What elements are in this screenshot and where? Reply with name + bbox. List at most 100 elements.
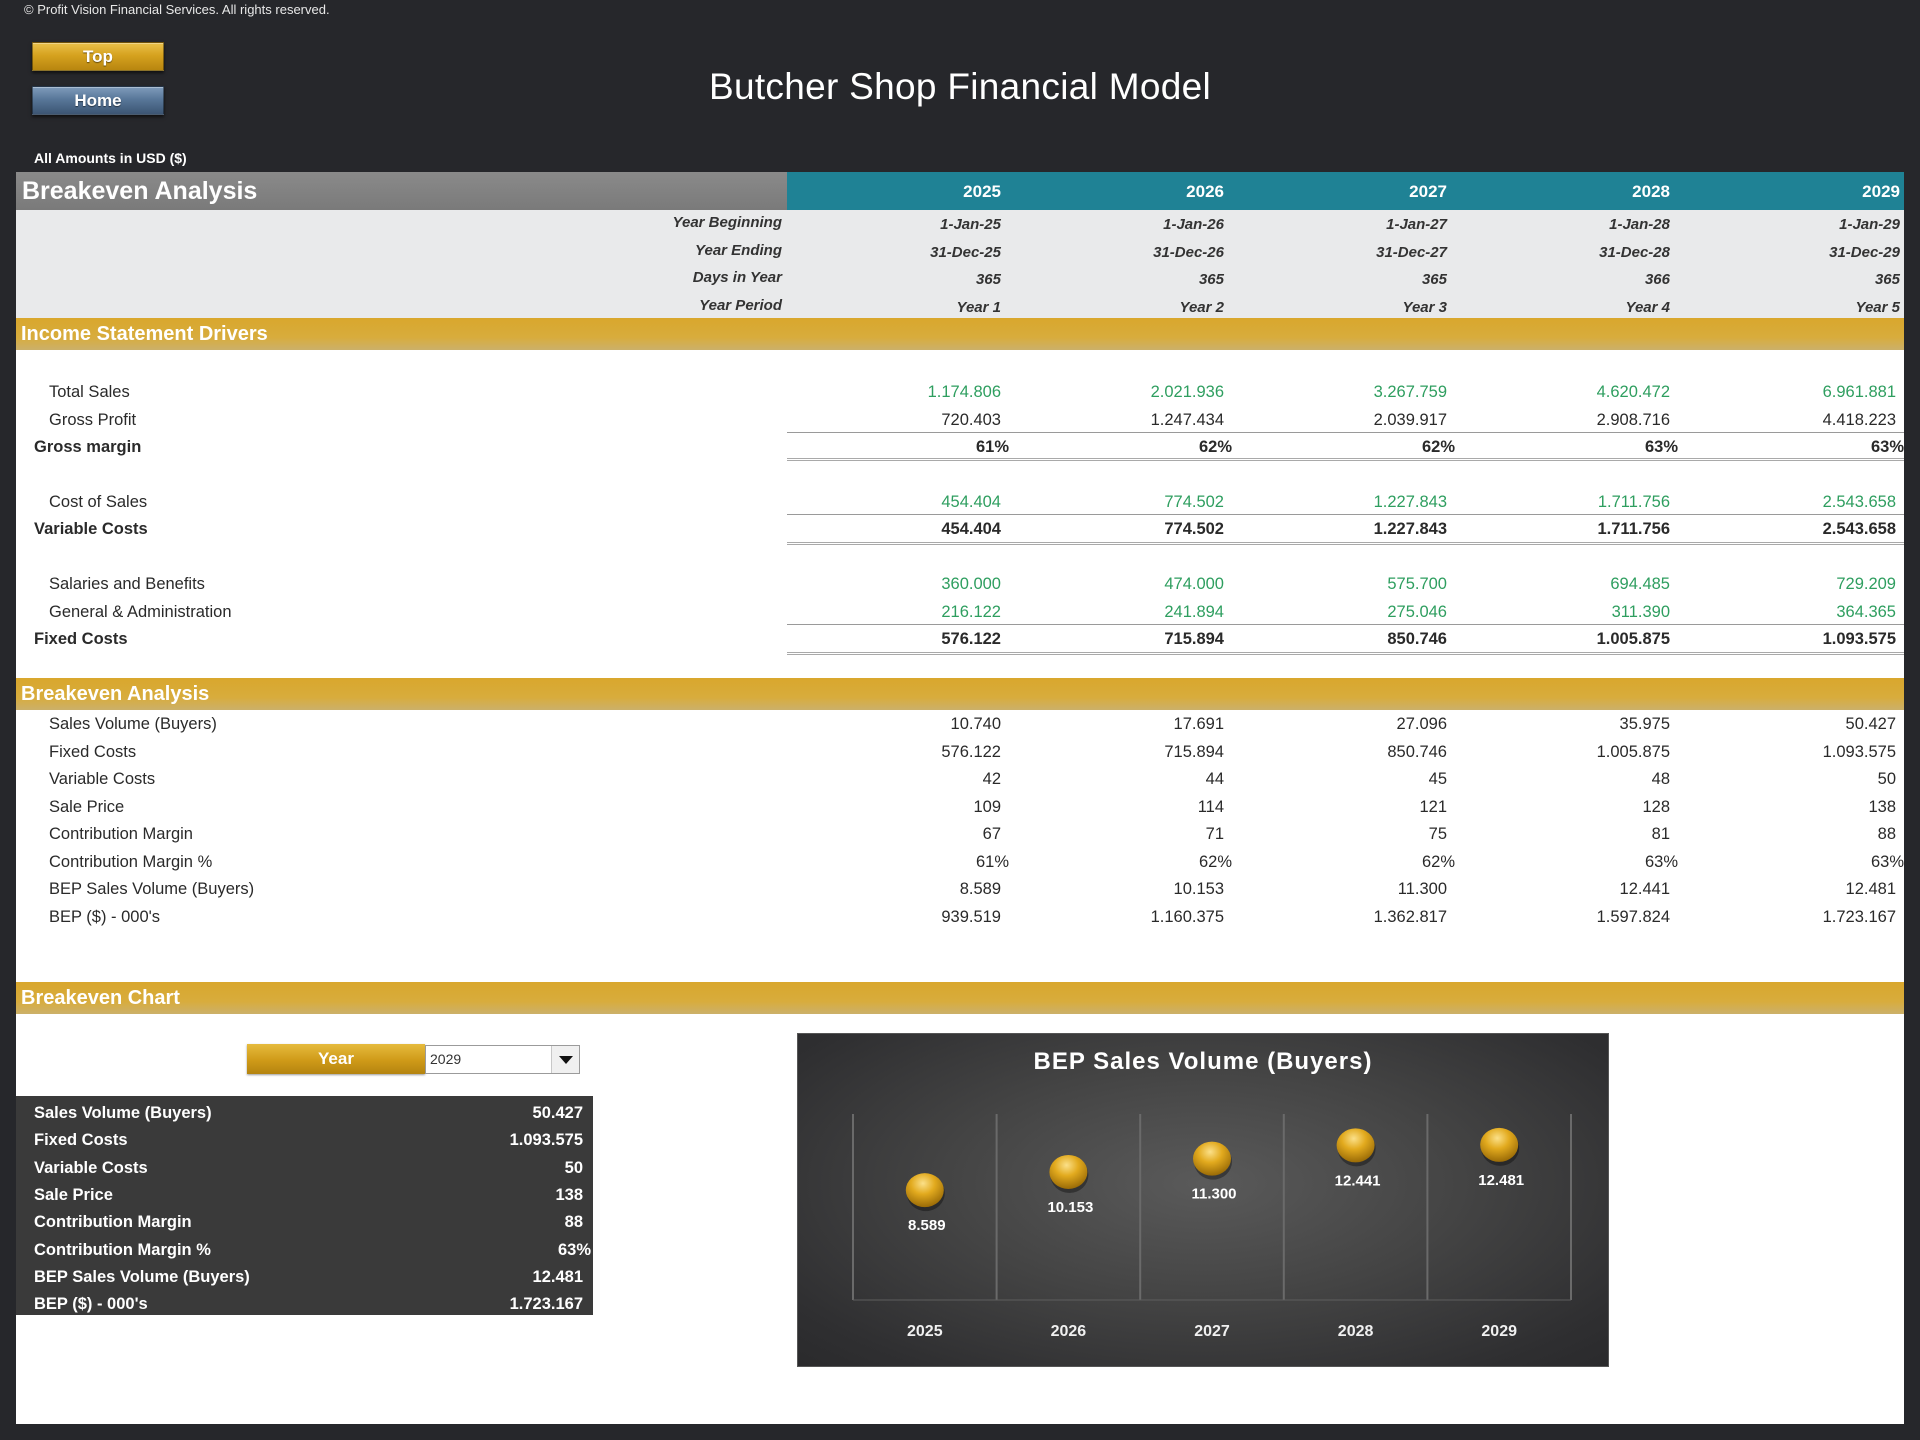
period-value: 31-Dec-29 [1829, 243, 1900, 261]
cell-value[interactable]: 729.209 [1706, 575, 1896, 594]
cell-value[interactable]: 2.543.658 [1706, 493, 1896, 512]
cell-value: 114 [1197, 797, 1224, 816]
cell-value[interactable]: 1.174.806 [811, 383, 1001, 402]
cell-value[interactable]: 694.485 [1480, 575, 1670, 594]
period-value: 31-Dec-28 [1599, 243, 1670, 261]
row-label: BEP Sales Volume (Buyers) [49, 880, 255, 898]
summary-value: 50 [564, 1158, 583, 1177]
cell-value: 63% [1870, 438, 1904, 456]
period-value: 1-Jan-29 [1839, 216, 1900, 233]
cell-value: 1.005.875 [1596, 742, 1670, 761]
summary-label: BEP ($) - 000's [34, 1295, 148, 1314]
summary-label: Contribution Margin [34, 1213, 192, 1232]
period-value: Year 5 [1855, 298, 1900, 316]
cell-value[interactable]: 216.122 [811, 603, 1001, 622]
period-label: Days in Year [692, 269, 782, 286]
cell-value[interactable]: 360.000 [811, 575, 1001, 594]
row-label: General & Administration [49, 602, 232, 621]
cell-value: 45 [1428, 770, 1447, 788]
cell-value[interactable]: 2.021.936 [1034, 383, 1224, 402]
cell-value: 850.746 [1387, 630, 1447, 648]
data-label: 10.153 [1047, 1199, 1093, 1216]
cell-value[interactable]: 474.000 [1034, 575, 1224, 594]
cell-value[interactable]: 575.700 [1257, 575, 1447, 594]
section-title-breakeven-analysis: Breakeven Analysis [16, 172, 787, 210]
chevron-down-icon[interactable] [551, 1046, 579, 1073]
x-tick-label: 2025 [907, 1323, 943, 1340]
cell-value: 109 [973, 797, 1001, 816]
period-value: 31-Dec-25 [930, 243, 1001, 261]
cell-value[interactable]: 774.502 [1034, 493, 1224, 512]
row-label: Gross Profit [49, 410, 137, 429]
cell-value: 10.740 [950, 715, 1001, 733]
cell-value: 44 [1205, 770, 1224, 788]
cell-value[interactable]: 4.620.472 [1480, 383, 1670, 402]
cell-value: 1.093.575 [1822, 742, 1896, 761]
row-divider [787, 458, 1904, 461]
summary-label: Sale Price [34, 1185, 113, 1204]
row-label: Fixed Costs [49, 742, 137, 761]
cell-value[interactable]: 3.267.759 [1257, 383, 1447, 402]
period-value: Year 2 [1179, 298, 1224, 316]
cell-value[interactable]: 1.711.756 [1480, 493, 1670, 512]
period-value: Year 3 [1402, 298, 1447, 316]
cell-value: 42 [982, 770, 1001, 788]
cell-value[interactable]: 6.961.881 [1706, 383, 1896, 402]
period-value: 365 [975, 271, 1001, 288]
period-label: Year Ending [695, 241, 782, 259]
summary-row: BEP ($) - 000's 1.723.167 [16, 1291, 593, 1318]
cell-value[interactable]: 364.365 [1706, 603, 1896, 622]
cell-value: 81 [1651, 825, 1670, 843]
cell-value[interactable]: 454.404 [811, 493, 1001, 512]
year-header: 2029 [1862, 182, 1900, 201]
period-value: 1-Jan-26 [1163, 216, 1224, 233]
cell-value: 850.746 [1387, 742, 1447, 761]
summary-label: Fixed Costs [34, 1131, 128, 1150]
period-label: Year Period [699, 296, 782, 314]
row-label: Contribution Margin [49, 825, 193, 843]
year-selector-button[interactable]: Year [247, 1044, 425, 1074]
data-point-2026 [1049, 1154, 1088, 1189]
period-value: 1-Jan-25 [940, 216, 1001, 233]
row-divider [787, 542, 1904, 545]
period-value: Year 1 [956, 298, 1001, 316]
data-point-2025 [905, 1173, 944, 1208]
section-header-breakeven-chart: Breakeven Chart [16, 982, 1904, 1014]
summary-row: Fixed Costs 1.093.575 [16, 1127, 593, 1154]
cell-value[interactable]: 311.390 [1480, 603, 1670, 622]
row-divider [787, 432, 1904, 433]
cell-value: 576.122 [941, 630, 1001, 648]
cell-value: 50 [1877, 770, 1896, 788]
row-label: Variable Costs [34, 520, 148, 538]
summary-value: 1.093.575 [509, 1131, 583, 1150]
summary-value: 12.481 [532, 1267, 583, 1286]
cell-value[interactable]: 1.227.843 [1257, 493, 1447, 512]
cell-value: 88 [1877, 825, 1896, 843]
row-label: Gross margin [34, 438, 142, 456]
cell-value: 11.300 [1397, 880, 1447, 898]
cell-value: 8.589 [959, 880, 1001, 898]
row-label: Sales Volume (Buyers) [49, 715, 217, 733]
summary-row: Sale Price 138 [16, 1182, 593, 1209]
row-divider [787, 514, 1904, 515]
x-tick-label: 2029 [1481, 1323, 1517, 1340]
year-header: 2027 [1409, 182, 1447, 201]
summary-value: 1.723.167 [509, 1295, 583, 1314]
cell-value[interactable]: 275.046 [1257, 603, 1447, 622]
summary-label: Sales Volume (Buyers) [34, 1104, 212, 1122]
cell-value: 27.096 [1396, 715, 1447, 733]
cell-value: 2.543.658 [1822, 520, 1896, 538]
cell-value: 67 [982, 825, 1001, 843]
cell-value: 774.502 [1164, 520, 1224, 538]
cell-value: 48 [1651, 770, 1670, 788]
cell-value: 63% [1644, 852, 1678, 871]
summary-label: Variable Costs [34, 1158, 148, 1177]
cell-value: 1.005.875 [1596, 630, 1670, 648]
cell-value: 62% [1421, 852, 1455, 871]
data-label: 12.481 [1478, 1172, 1524, 1189]
row-label: BEP ($) - 000's [49, 907, 161, 926]
year-dropdown[interactable]: 2029 [425, 1045, 580, 1074]
cell-value[interactable]: 241.894 [1034, 603, 1224, 622]
period-value: 365 [1198, 271, 1224, 288]
summary-row: Sales Volume (Buyers) 50.427 [16, 1100, 593, 1127]
